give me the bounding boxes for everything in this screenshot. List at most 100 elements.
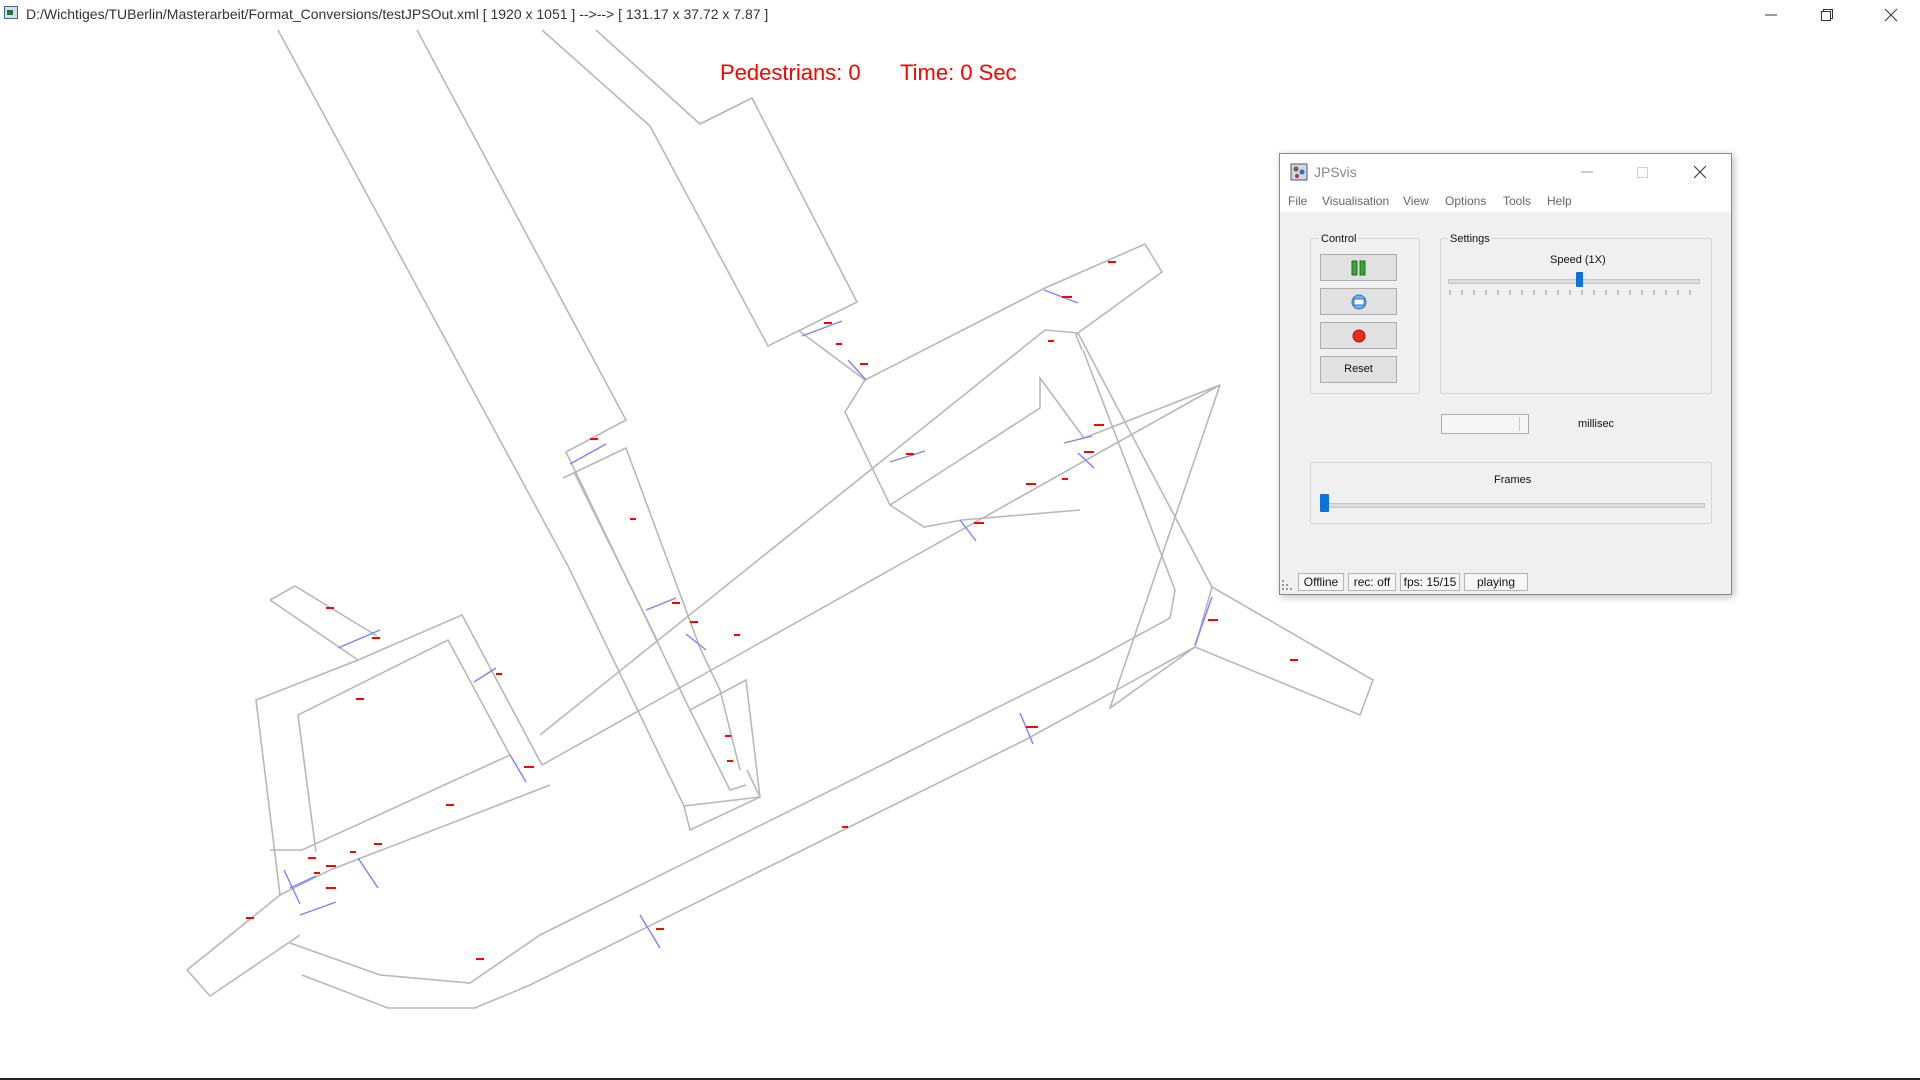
- close-button[interactable]: [1864, 0, 1918, 28]
- spinbox-arrows-icon[interactable]: [1519, 417, 1526, 431]
- control-group-label: Control: [1319, 233, 1359, 245]
- room-label: [314, 872, 320, 874]
- room-label: [1094, 424, 1104, 426]
- room-label: [836, 343, 842, 345]
- close-icon: [1693, 165, 1707, 179]
- transition: [473, 667, 497, 683]
- minimize-button[interactable]: [1744, 0, 1798, 28]
- minimize-icon: [1765, 14, 1777, 16]
- menu-file[interactable]: File: [1288, 194, 1307, 208]
- room-label: [1062, 296, 1072, 298]
- room-label: [1290, 659, 1298, 661]
- menu-tools[interactable]: Tools: [1503, 194, 1531, 208]
- room-label: [725, 735, 731, 737]
- restore-icon: [1821, 9, 1833, 21]
- record-button[interactable]: [1320, 322, 1397, 349]
- transition: [1043, 289, 1079, 304]
- room-label: [350, 851, 356, 853]
- menu-view[interactable]: View: [1403, 194, 1429, 208]
- room-label: [1026, 483, 1036, 485]
- main-titlebar: D:/Wichtiges/TUBerlin/Masterarbeit/Forma…: [0, 0, 1920, 28]
- wall: [683, 769, 762, 832]
- wall: [289, 349, 1176, 984]
- room-label: [824, 322, 832, 324]
- frames-slider-handle[interactable]: [1320, 494, 1329, 512]
- wall: [297, 714, 317, 853]
- transition: [357, 857, 379, 889]
- room-label: [1208, 619, 1218, 621]
- pause-button[interactable]: [1320, 254, 1397, 281]
- room-label: [1048, 340, 1054, 342]
- transition: [889, 450, 926, 463]
- wall: [357, 613, 543, 766]
- settings-group-label: Settings: [1448, 233, 1492, 245]
- millisec-label: millisec: [1578, 418, 1615, 430]
- app-icon: [4, 6, 18, 19]
- speed-slider-handle[interactable]: [1576, 272, 1583, 287]
- transition: [801, 320, 843, 337]
- wall: [416, 29, 761, 798]
- status-recording: rec: off: [1348, 573, 1396, 591]
- transition: [299, 901, 337, 916]
- reset-button[interactable]: Reset: [1320, 356, 1397, 383]
- frames-slider-track[interactable]: [1320, 503, 1705, 508]
- wall: [689, 709, 747, 791]
- room-label: [630, 518, 636, 520]
- room-label: [974, 522, 984, 524]
- jpsvis-logo-icon: [1290, 163, 1308, 181]
- room-label: [356, 698, 364, 700]
- dialog-close-button[interactable]: [1690, 162, 1710, 182]
- speed-label: Speed (1X): [1550, 254, 1606, 266]
- wall: [541, 29, 651, 127]
- menu-visualisation[interactable]: Visualisation: [1322, 194, 1389, 208]
- frames-label: Frames: [1494, 474, 1532, 486]
- room-label: [906, 453, 914, 455]
- window-title: D:/Wichtiges/TUBerlin/Masterarbeit/Forma…: [26, 6, 769, 22]
- room-label: [734, 634, 740, 636]
- pause-icon: [1351, 260, 1366, 276]
- room-label: [326, 887, 336, 889]
- room-label: [476, 958, 484, 960]
- room-label: [727, 760, 733, 762]
- wall: [797, 329, 1081, 528]
- room-label: [372, 637, 380, 639]
- wall: [562, 446, 701, 649]
- menu-options[interactable]: Options: [1445, 194, 1486, 208]
- menubar: File Visualisation View Options Tools He…: [1280, 190, 1731, 212]
- status-network: Offline: [1298, 573, 1344, 591]
- wall: [864, 242, 1164, 381]
- dialog-maximize-button[interactable]: [1632, 162, 1652, 182]
- jpsvis-dialog: JPSvis File Visualisation View Options T…: [1279, 153, 1732, 595]
- delay-spinbox[interactable]: [1441, 414, 1529, 434]
- wall: [1044, 329, 1079, 334]
- resize-grip-icon[interactable]: [1282, 580, 1292, 590]
- maximize-icon: [1637, 167, 1648, 178]
- room-label: [496, 673, 502, 675]
- statusbar: Offline rec: off fps: 15/15 playing: [1280, 570, 1731, 594]
- wall: [889, 375, 1085, 506]
- dialog-titlebar[interactable]: JPSvis: [1280, 154, 1731, 190]
- room-label: [1084, 451, 1094, 453]
- dialog-minimize-button[interactable]: [1577, 162, 1597, 182]
- wall: [699, 647, 741, 771]
- room-label: [246, 917, 254, 919]
- status-playback: playing: [1464, 573, 1528, 591]
- menu-help[interactable]: Help: [1547, 194, 1572, 208]
- speed-slider-ticks: [1449, 290, 1691, 295]
- wall: [1194, 586, 1374, 717]
- speed-slider-track[interactable]: [1448, 279, 1700, 284]
- transition: [289, 875, 317, 889]
- room-label: [326, 607, 334, 609]
- room-label: [860, 363, 868, 365]
- restore-button[interactable]: [1800, 0, 1854, 28]
- room-label: [590, 438, 598, 440]
- wall: [185, 894, 301, 998]
- screenshot-button[interactable]: [1320, 288, 1397, 315]
- transitions: [283, 289, 1213, 949]
- room-label: [842, 826, 848, 828]
- room-label: [656, 928, 664, 930]
- wall: [270, 638, 512, 851]
- transition: [645, 597, 677, 611]
- wall: [595, 29, 859, 348]
- status-fps: fps: 15/15: [1400, 573, 1460, 591]
